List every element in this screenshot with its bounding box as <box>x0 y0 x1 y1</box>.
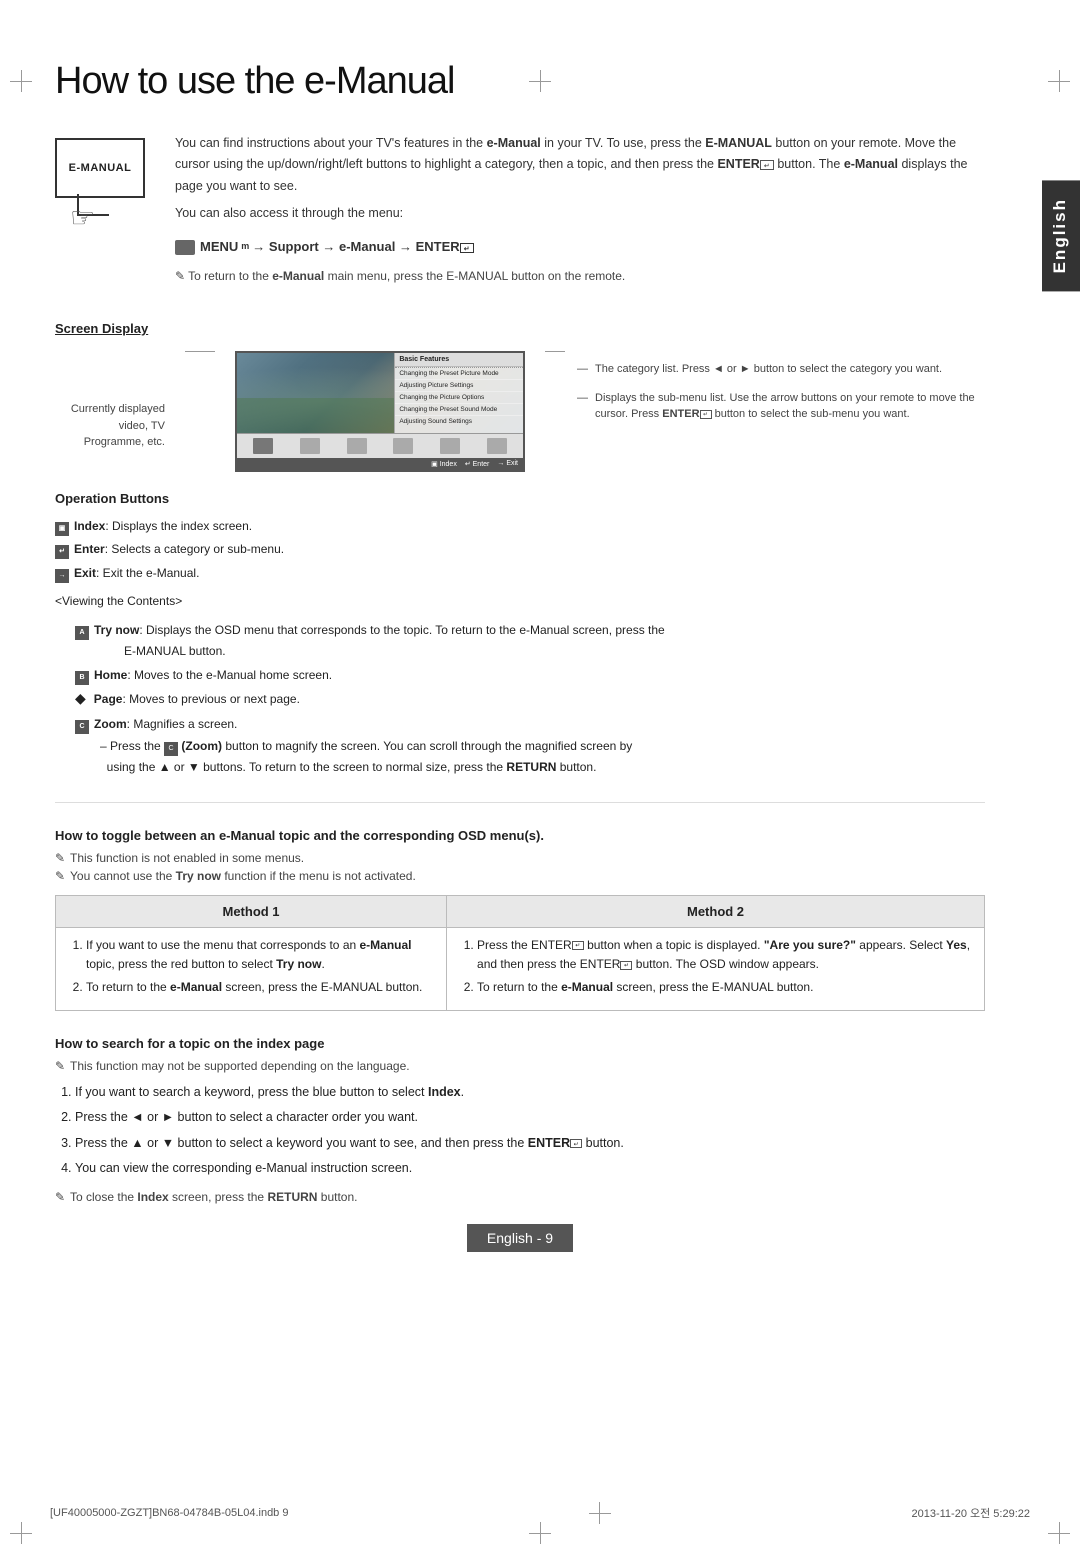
exit-icon: → <box>55 569 69 583</box>
crosshair-top-center <box>529 70 551 92</box>
tv-menu-item-3: Changing the Picture Options <box>395 392 523 404</box>
crosshair-top-right <box>1048 70 1070 92</box>
crosshair-bottom-center <box>529 1522 551 1544</box>
operation-buttons: Operation Buttons ▣ Index: Displays the … <box>55 487 985 777</box>
crosshair-top-left <box>10 70 32 92</box>
tv-icon-4 <box>393 438 413 454</box>
op-try-now: A Try now: Displays the OSD menu that co… <box>75 620 985 661</box>
crosshair-footer-center <box>589 1502 611 1524</box>
screen-display-heading: Screen Display <box>55 321 985 336</box>
toggle-heading: How to toggle between an e-Manual topic … <box>55 828 985 843</box>
screen-display-section: Screen Display Currently displayed video… <box>55 321 985 777</box>
tv-screen-image: Basic Features Changing the Preset Pictu… <box>237 353 523 433</box>
tv-icon-1 <box>253 438 273 454</box>
viewing-contents: <Viewing the Contents> <box>55 591 985 613</box>
tv-icon-bar <box>237 433 523 458</box>
index-step-4: You can view the corresponding e-Manual … <box>75 1157 985 1180</box>
menu-path: MENUm → Support → e-Manual → ENTER↵ <box>175 236 985 258</box>
menu-icon <box>175 240 195 255</box>
main-content: How to use the e-Manual E-MANUAL ☞ You c… <box>55 60 1025 1252</box>
method2-header: Method 2 <box>447 895 985 927</box>
zoom-sub-text: Press the C (Zoom) button to magnify the… <box>100 736 985 777</box>
left-arrow-line <box>185 351 215 352</box>
home-icon: B <box>75 671 89 685</box>
tv-menu-item-2: Adjusting Picture Settings <box>395 380 523 392</box>
diagram-left-labels: Currently displayed video, TV Programme,… <box>55 401 165 451</box>
method2-content: Press the ENTER↵ button when a topic is … <box>447 927 985 1010</box>
op-index: ▣ Index: Displays the index screen. <box>55 516 985 538</box>
hand-icon: ☞ <box>70 201 95 234</box>
footer-right: 2013-11-20 오전 5:29:22 <box>911 1505 1030 1521</box>
method1-content: If you want to use the menu that corresp… <box>56 927 447 1010</box>
index-step-1: If you want to search a keyword, press t… <box>75 1081 985 1104</box>
tv-icon-5 <box>440 438 460 454</box>
zoom-icon: C <box>75 720 89 734</box>
op-home: B Home: Moves to the e-Manual home scree… <box>75 665 985 685</box>
method1-header: Method 1 <box>56 895 447 927</box>
tv-screen-mockup: Basic Features Changing the Preset Pictu… <box>235 351 525 472</box>
index-section: How to search for a topic on the index p… <box>55 1036 985 1204</box>
index-heading: How to search for a topic on the index p… <box>55 1036 985 1051</box>
right-arrow-line <box>545 351 565 352</box>
tv-icon-3 <box>347 438 367 454</box>
op-enter: ↵ Enter: Selects a category or sub-menu. <box>55 539 985 561</box>
page-footer: [UF40005000-ZGZT]BN68-04784B-05L04.indb … <box>0 1502 1080 1524</box>
tv-menu-item-5: Adjusting Sound Settings <box>395 416 523 427</box>
page-title: How to use the e-Manual <box>55 60 985 103</box>
tv-status-bar: ▣ Index ↵ Enter → Exit <box>237 458 523 470</box>
method-table: Method 1 Method 2 If you want to use the… <box>55 895 985 1011</box>
toggle-note-2: You cannot use the Try now function if t… <box>55 869 985 883</box>
op-exit: → Exit: Exit the e-Manual. <box>55 563 985 585</box>
intro-section: E-MANUAL ☞ You can find instructions abo… <box>55 133 985 301</box>
section-divider <box>55 802 985 803</box>
diagram-right-labels: The category list. Press ◄ or ► button t… <box>585 361 985 435</box>
crosshair-bottom-left <box>10 1522 32 1544</box>
tv-menu-item-1: Changing the Preset Picture Mode <box>395 368 523 380</box>
intro-text: You can find instructions about your TV'… <box>175 133 985 301</box>
right-label-2: Displays the sub-menu list. Use the arro… <box>585 390 985 423</box>
index-step-3: Press the ▲ or ▼ button to select a keyw… <box>75 1132 985 1155</box>
index-step-2: Press the ◄ or ► button to select a char… <box>75 1106 985 1129</box>
page-number-container: English - 9 <box>55 1224 985 1252</box>
index-icon: ▣ <box>55 522 69 536</box>
tv-menu-item-4: Changing the Preset Sound Mode <box>395 404 523 416</box>
right-label-1: The category list. Press ◄ or ► button t… <box>585 361 985 378</box>
tv-icon-6 <box>487 438 507 454</box>
toggle-note-1: This function is not enabled in some men… <box>55 851 985 865</box>
index-note: This function may not be supported depen… <box>55 1059 985 1073</box>
try-now-section: A Try now: Displays the OSD menu that co… <box>75 620 985 777</box>
toggle-section: How to toggle between an e-Manual topic … <box>55 828 985 1011</box>
page-diamond-icon: ◆ <box>75 691 86 705</box>
index-footer-note: To close the Index screen, press the RET… <box>55 1190 985 1204</box>
index-steps: If you want to search a keyword, press t… <box>55 1081 985 1180</box>
page-number-badge: English - 9 <box>467 1224 573 1252</box>
crosshair-bottom-right <box>1048 1522 1070 1544</box>
intro-note: To return to the e-Manual main menu, pre… <box>175 266 985 286</box>
op-page: ◆ Page: Moves to previous or next page. <box>75 689 985 709</box>
screen-display-diagram: Currently displayed video, TV Programme,… <box>55 351 985 472</box>
zoom-inline-icon: C <box>164 742 178 756</box>
enter-icon-op: ↵ <box>55 545 69 559</box>
emanual-badge: E-MANUAL <box>55 138 145 198</box>
language-side-tab: English <box>1042 180 1080 291</box>
tv-icon-2 <box>300 438 320 454</box>
operation-buttons-title: Operation Buttons <box>55 487 985 510</box>
footer-left: [UF40005000-ZGZT]BN68-04784B-05L04.indb … <box>50 1507 288 1519</box>
op-zoom: C Zoom: Magnifies a screen. <box>75 714 985 734</box>
tv-menu-header: Basic Features <box>395 353 523 367</box>
try-now-icon: A <box>75 626 89 640</box>
